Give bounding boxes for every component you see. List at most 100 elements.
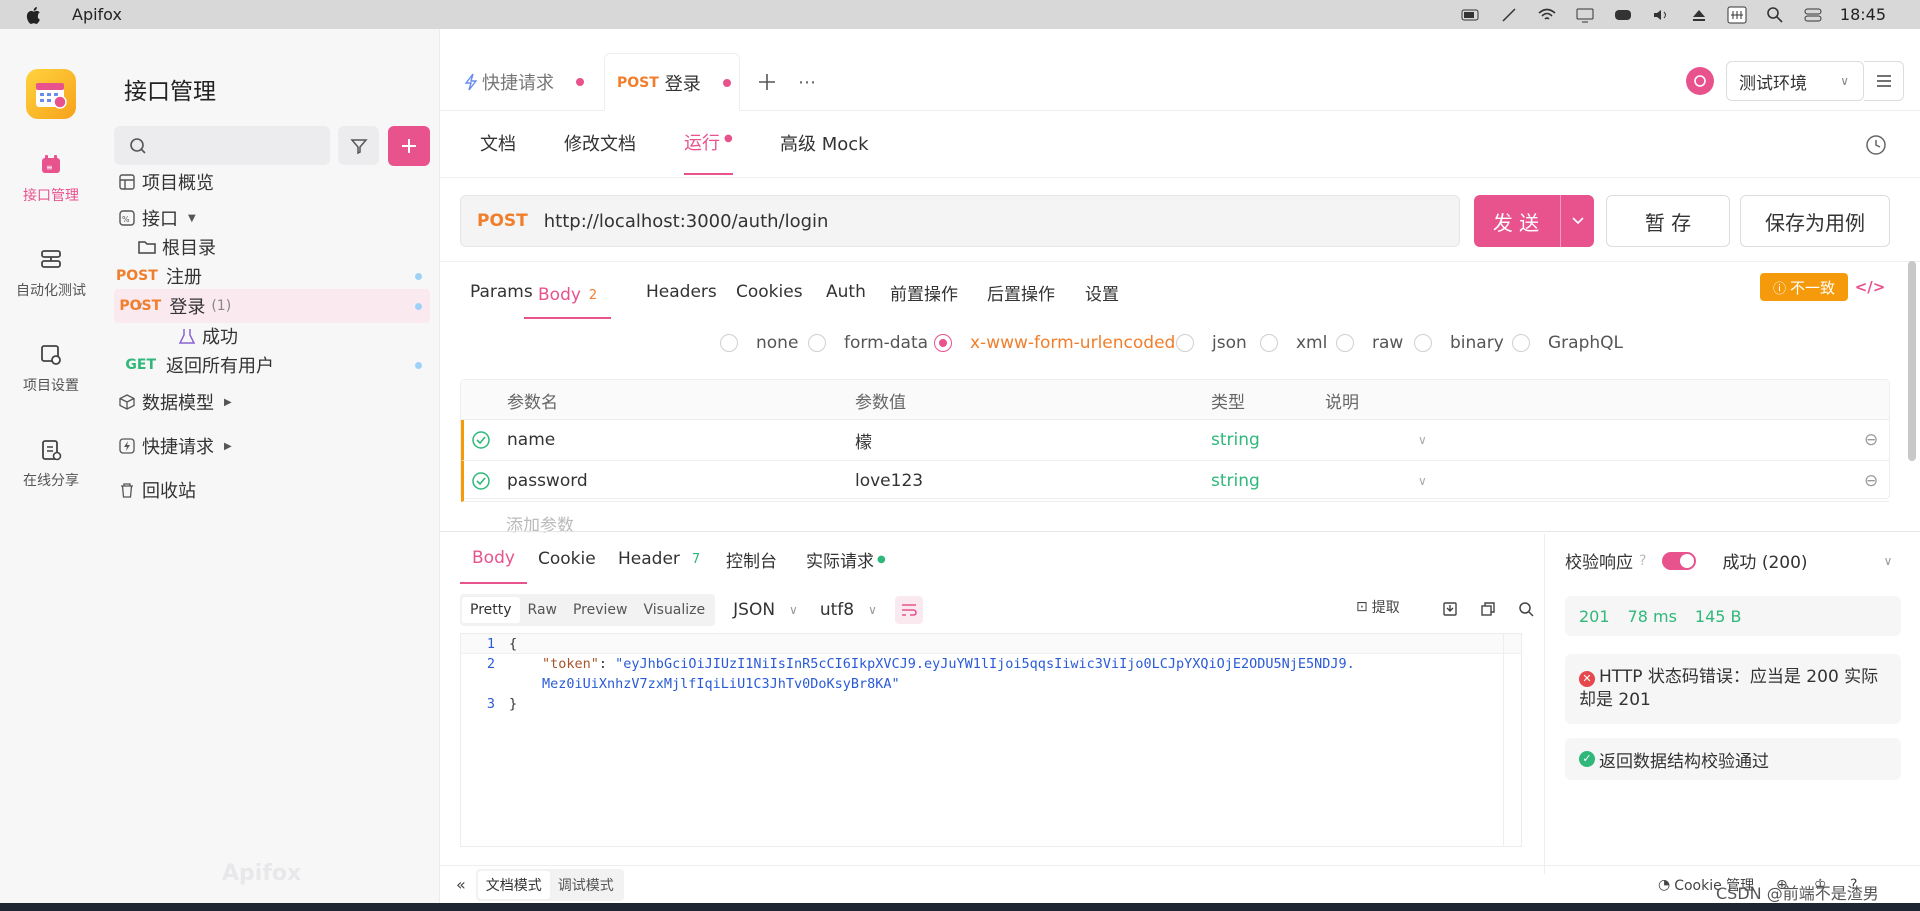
subtab-doc[interactable]: 文档 <box>480 111 516 175</box>
env-select[interactable]: 测试环境 ∨ <box>1726 61 1864 101</box>
rail-item-automation[interactable]: 自动化测试 <box>0 248 102 300</box>
table-row[interactable]: name 檬 string ∨ ⊖ <box>461 420 1889 461</box>
download-icon[interactable] <box>1440 599 1460 619</box>
chevron-down-icon[interactable]: ∨ <box>789 603 798 617</box>
radio-urlencoded[interactable]: x-www-form-urlencoded <box>934 333 1175 353</box>
new-tab-icon[interactable] <box>756 71 778 93</box>
eject-icon[interactable] <box>1688 4 1710 26</box>
pen-icon[interactable] <box>1498 4 1520 26</box>
collapse-icon[interactable]: « <box>456 875 466 894</box>
resptab-actual[interactable]: 实际请求 ● <box>806 534 886 584</box>
apple-icon[interactable] <box>26 6 42 24</box>
response-code[interactable]: 1 { 2 "token" : "eyJhbGciOiJIUzI1NiIsInR… <box>460 633 1522 847</box>
reqtab-post[interactable]: 后置操作 <box>987 273 1055 311</box>
param-name[interactable]: name <box>507 420 555 460</box>
search-input[interactable] <box>114 126 330 165</box>
send-dropdown-icon[interactable] <box>1560 195 1594 247</box>
reqtab-settings[interactable]: 设置 <box>1085 273 1119 311</box>
url-bar[interactable]: POST http://localhost:3000/auth/login <box>460 195 1460 247</box>
tree-item-trash[interactable]: 回收站 <box>114 473 430 507</box>
mismatch-badge[interactable]: ⓘ 不一致 <box>1760 273 1848 301</box>
radio-binary[interactable]: binary <box>1414 333 1504 353</box>
help-icon[interactable]: ? <box>1639 553 1646 569</box>
tree-item-models[interactable]: 数据模型 ▶ <box>114 385 430 419</box>
view-pretty[interactable]: Pretty <box>462 597 520 623</box>
radio-json[interactable]: json <box>1176 333 1247 353</box>
param-value[interactable]: love123 <box>855 461 923 501</box>
resptab-header[interactable]: Header 7 <box>618 534 700 584</box>
display-icon[interactable] <box>1574 4 1596 26</box>
rail-item-share[interactable]: 在线分享 <box>0 438 102 490</box>
clock[interactable]: 18:45 <box>1840 5 1886 24</box>
param-value[interactable]: 檬 <box>855 420 872 460</box>
radio-xml[interactable]: xml <box>1260 333 1327 353</box>
search-icon[interactable] <box>1516 599 1536 619</box>
chevron-down-icon[interactable]: ∨ <box>1418 461 1427 501</box>
reqtab-headers[interactable]: Headers <box>646 273 717 311</box>
save-as-case-button[interactable]: 保存为用例 <box>1740 195 1890 247</box>
verify-status[interactable]: 成功 (200) <box>1722 548 1807 573</box>
rail-item-api[interactable]: ≡ 接口管理 <box>0 153 102 205</box>
resptab-cookie[interactable]: Cookie <box>538 534 596 584</box>
resptab-console[interactable]: 控制台 <box>726 534 777 584</box>
code-icon[interactable]: </> <box>1855 275 1886 299</box>
param-name[interactable]: password <box>507 461 588 501</box>
chevron-down-icon[interactable]: ∨ <box>868 603 877 617</box>
view-visualize[interactable]: Visualize <box>635 597 713 623</box>
menu-icon[interactable] <box>1864 61 1904 101</box>
view-raw[interactable]: Raw <box>520 597 565 623</box>
reqtab-body[interactable]: Body 2 <box>524 273 612 319</box>
tree-item-quick[interactable]: 快捷请求 ▶ <box>114 429 430 463</box>
save-button[interactable]: 暂 存 <box>1606 195 1730 247</box>
tab-quick-request[interactable]: 快捷请求 <box>464 53 584 111</box>
extract-button[interactable]: ⊡ 提取 <box>1356 597 1400 617</box>
wifi-icon[interactable] <box>1536 4 1558 26</box>
param-type[interactable]: string <box>1211 461 1260 501</box>
table-row[interactable]: password love123 string ∨ ⊖ <box>461 461 1889 502</box>
scrollbar[interactable] <box>1908 261 1916 461</box>
wrap-icon[interactable] <box>894 596 923 624</box>
remove-icon[interactable]: ⊖ <box>1864 420 1878 460</box>
reqtab-pre[interactable]: 前置操作 <box>890 273 958 311</box>
format-select[interactable]: JSON <box>733 600 775 620</box>
method-select[interactable]: POST <box>477 211 528 231</box>
history-icon[interactable] <box>1864 133 1888 157</box>
tab-login[interactable]: POST 登录 <box>604 53 740 111</box>
tree-item-register[interactable]: POST 注册 <box>114 259 430 293</box>
gamepad-icon[interactable] <box>1612 4 1634 26</box>
chevron-down-icon[interactable]: ∨ <box>1884 554 1893 568</box>
input-method-icon[interactable] <box>1726 4 1748 26</box>
more-icon[interactable]: ⋯ <box>796 71 818 93</box>
add-param-input[interactable]: 添加参数 <box>506 511 574 536</box>
tree-item-users[interactable]: GET 返回所有用户 <box>114 348 430 382</box>
subtab-edit-doc[interactable]: 修改文档 <box>564 111 636 175</box>
debug-mode-button[interactable]: 调试模式 <box>550 871 622 899</box>
check-circle-icon[interactable] <box>472 461 490 501</box>
subtab-run[interactable]: 运行 ● <box>684 111 733 175</box>
volume-icon[interactable] <box>1650 4 1672 26</box>
check-circle-icon[interactable] <box>472 420 490 460</box>
tree-item-overview[interactable]: 项目概览 <box>114 165 430 199</box>
view-preview[interactable]: Preview <box>565 597 636 623</box>
subtab-mock[interactable]: 高级 Mock <box>780 111 869 175</box>
send-button[interactable]: 发 送 <box>1474 195 1594 247</box>
radio-graphql[interactable]: GraphQL <box>1512 333 1623 353</box>
param-type[interactable]: string <box>1211 420 1260 460</box>
filter-button[interactable] <box>338 126 379 165</box>
app-name[interactable]: Apifox <box>72 5 122 24</box>
radio-none[interactable]: none <box>720 333 798 353</box>
url-input[interactable]: http://localhost:3000/auth/login <box>544 211 829 232</box>
reqtab-cookies[interactable]: Cookies <box>736 273 803 311</box>
encoding-select[interactable]: utf8 <box>820 600 854 620</box>
doc-mode-button[interactable]: 文档模式 <box>477 870 550 899</box>
verify-toggle[interactable] <box>1662 551 1697 570</box>
tree-item-login[interactable]: ∨ POST 登录 (1) <box>114 289 430 323</box>
env-sync-icon[interactable] <box>1686 67 1714 95</box>
reqtab-auth[interactable]: Auth <box>826 273 866 311</box>
rail-item-settings[interactable]: 项目设置 <box>0 343 102 395</box>
copy-icon[interactable] <box>1478 599 1498 619</box>
battery-icon[interactable] <box>1460 4 1482 26</box>
radio-form-data[interactable]: form-data <box>808 333 928 353</box>
radio-raw[interactable]: raw <box>1336 333 1403 353</box>
add-button[interactable] <box>388 126 430 166</box>
